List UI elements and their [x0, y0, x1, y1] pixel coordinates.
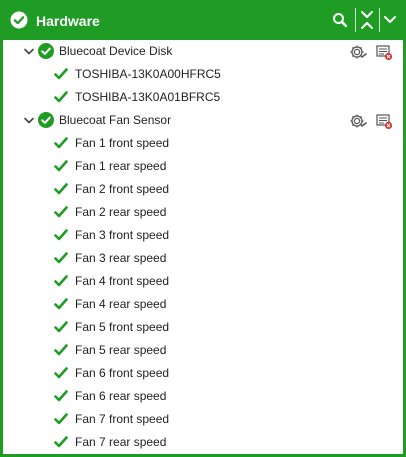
tree-group-row[interactable]: Bluecoat Device Disk	[3, 40, 403, 63]
tree-item-label: Fan 5 front speed	[75, 320, 170, 334]
tree-item-row[interactable]: Fan 2 front speed	[3, 178, 403, 201]
collapse-all-icon	[361, 11, 373, 29]
acknowledge-icon[interactable]	[375, 43, 393, 61]
check-icon	[54, 206, 68, 218]
tree-item-row[interactable]: TOSHIBA-13K0A00HFRC5	[3, 63, 403, 86]
tree-item-row[interactable]: Fan 4 front speed	[3, 270, 403, 293]
tree-item-label: Fan 3 front speed	[75, 228, 170, 242]
check-icon	[54, 344, 68, 356]
chevron-down-icon[interactable]	[23, 46, 35, 58]
tree-item-row[interactable]: Fan 1 front speed	[3, 132, 403, 155]
check-icon	[54, 298, 68, 310]
check-icon	[54, 137, 68, 149]
tree-item-label: Fan 5 rear speed	[75, 343, 167, 357]
tree-item-row[interactable]: Fan 3 rear speed	[3, 247, 403, 270]
chevron-down-icon	[384, 16, 396, 23]
check-icon	[54, 252, 68, 264]
tree-item-row[interactable]: Fan 4 rear speed	[3, 293, 403, 316]
tree-item-label: Fan 7 front speed	[75, 412, 170, 426]
tree-item-label: Fan 7 rear speed	[75, 435, 167, 449]
check-icon	[54, 275, 68, 287]
check-icon	[54, 183, 68, 195]
configure-icon[interactable]	[349, 43, 367, 61]
tree-item-label: Fan 1 rear speed	[75, 159, 167, 173]
tree-item-label: Fan 3 rear speed	[75, 251, 167, 265]
tree-item-row[interactable]: Fan 3 front speed	[3, 224, 403, 247]
check-icon	[54, 321, 68, 333]
check-icon	[54, 390, 68, 402]
tree-item-label: Fan 6 rear speed	[75, 389, 167, 403]
tree-item-row[interactable]: Fan 7 rear speed	[3, 431, 403, 454]
check-icon	[54, 160, 68, 172]
tree-group-row[interactable]: Bluecoat Fan Sensor	[3, 109, 403, 132]
tree-item-label: TOSHIBA-13K0A01BFRC5	[75, 90, 221, 104]
tree-item-label: Fan 2 front speed	[75, 182, 170, 196]
search-button[interactable]	[330, 10, 350, 30]
check-icon	[54, 91, 68, 103]
check-icon	[54, 436, 68, 448]
ok-circle-icon	[38, 112, 54, 128]
tree-item-row[interactable]: Fan 6 front speed	[3, 362, 403, 385]
tree-item-row[interactable]: Fan 1 rear speed	[3, 155, 403, 178]
tree-item-row[interactable]: Fan 5 front speed	[3, 316, 403, 339]
panel-menu-button[interactable]	[380, 10, 400, 30]
check-icon	[54, 229, 68, 241]
tree-item-label: Fan 4 rear speed	[75, 297, 167, 311]
tree-item-row[interactable]: TOSHIBA-13K0A01BFRC5	[3, 86, 403, 109]
search-icon	[333, 13, 348, 28]
tree-item-row[interactable]: Fan 5 rear speed	[3, 339, 403, 362]
tree-item-row[interactable]: Fan 7 front speed	[3, 408, 403, 431]
check-icon	[54, 68, 68, 80]
tree-item-label: Fan 1 front speed	[75, 136, 170, 150]
tree-item-row[interactable]: Fan 6 rear speed	[3, 385, 403, 408]
panel-title: Hardware	[36, 13, 100, 29]
tree-item-label: Fan 2 rear speed	[75, 205, 167, 219]
panel-header: Hardware	[0, 0, 406, 40]
configure-icon[interactable]	[349, 112, 367, 130]
check-icon	[54, 413, 68, 425]
chevron-down-icon[interactable]	[23, 115, 35, 127]
tree-item-label: TOSHIBA-13K0A00HFRC5	[75, 67, 221, 81]
tree-item-row[interactable]: Fan 2 rear speed	[3, 201, 403, 224]
header-divider	[355, 8, 356, 32]
check-icon	[54, 367, 68, 379]
tree-item-label: Fan 4 front speed	[75, 274, 170, 288]
tree-view: Bluecoat Device Disk TOSHIBA-13K0A00HFRC…	[3, 40, 403, 454]
ok-circle-icon	[38, 43, 54, 59]
acknowledge-icon[interactable]	[375, 112, 393, 130]
ok-circle-icon	[10, 11, 28, 29]
collapse-all-button[interactable]	[357, 10, 377, 30]
tree-group-label: Bluecoat Device Disk	[59, 44, 173, 58]
hardware-panel: Hardware Bluecoat Device Disk TOSHIBA-13…	[0, 0, 406, 457]
tree-item-label: Fan 6 front speed	[75, 366, 170, 380]
tree-group-label: Bluecoat Fan Sensor	[59, 113, 172, 127]
